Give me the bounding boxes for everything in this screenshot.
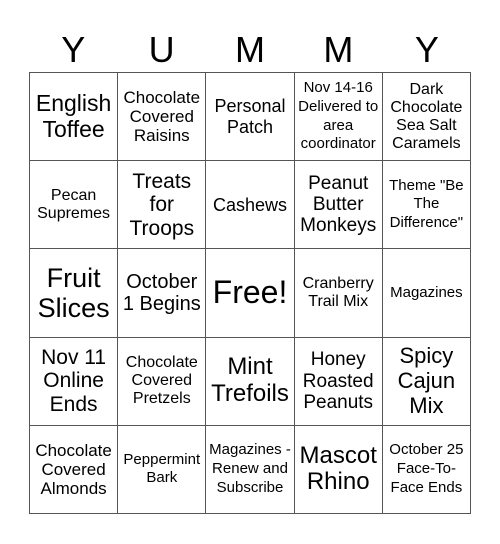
bingo-header: Y U M M Y (29, 28, 471, 72)
header-letter: M (235, 29, 266, 70)
bingo-cell[interactable]: Peppermint Bark (118, 425, 207, 514)
bingo-cell[interactable]: Chocolate Covered Raisins (118, 73, 207, 162)
bingo-cell[interactable]: English Toffee (30, 73, 119, 162)
bingo-cell[interactable]: Mascot Rhino (294, 425, 383, 514)
free-space[interactable]: Free! (206, 249, 295, 338)
bingo-cell[interactable]: Personal Patch (206, 73, 295, 162)
bingo-cell[interactable]: Theme "Be The Difference" (382, 161, 471, 250)
bingo-cell[interactable]: Peanut Butter Monkeys (294, 161, 383, 250)
header-letter: U (148, 29, 175, 70)
header-letter: Y (414, 29, 439, 70)
bingo-cell[interactable]: Dark Chocolate Sea Salt Caramels (382, 73, 471, 162)
bingo-cell[interactable]: Cranberry Trail Mix (294, 249, 383, 338)
bingo-cell[interactable]: Nov 14-16 Delivered to area coordinator (294, 73, 383, 162)
bingo-cell[interactable]: Fruit Slices (30, 249, 119, 338)
bingo-cell[interactable]: Mint Trefoils (206, 337, 295, 426)
bingo-cell[interactable]: Treats for Troops (118, 161, 207, 250)
bingo-cell[interactable]: Nov 11 Online Ends (30, 337, 119, 426)
bingo-card: English Toffee Chocolate Covered Raisins… (29, 72, 471, 514)
bingo-cell[interactable]: Cashews (206, 161, 295, 250)
header-letter: M (323, 29, 354, 70)
bingo-cell[interactable]: Chocolate Covered Almonds (30, 425, 119, 514)
bingo-cell[interactable]: Pecan Supremes (30, 161, 119, 250)
bingo-cell[interactable]: Magazines - Renew and Subscribe (206, 425, 295, 514)
bingo-cell[interactable]: Spicy Cajun Mix (382, 337, 471, 426)
bingo-cell[interactable]: October 25 Face-To-Face Ends (382, 425, 471, 514)
bingo-cell[interactable]: Chocolate Covered Pretzels (118, 337, 207, 426)
header-letter: Y (61, 29, 86, 70)
bingo-cell[interactable]: Honey Roasted Peanuts (294, 337, 383, 426)
bingo-cell[interactable]: Magazines (382, 249, 471, 338)
bingo-cell[interactable]: October 1 Begins (118, 249, 207, 338)
